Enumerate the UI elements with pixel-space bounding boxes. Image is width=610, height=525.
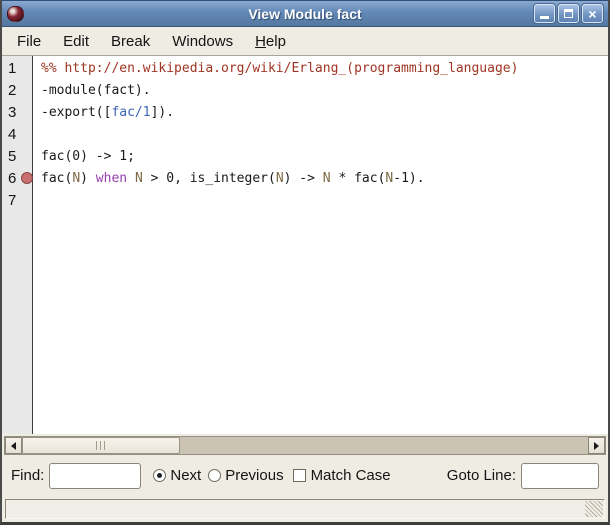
find-bar: Find: Next Previous Match Case Goto Line…	[2, 455, 608, 496]
minimize-icon	[540, 16, 549, 19]
code-line[interactable]: 7	[2, 190, 608, 212]
menu-item-edit[interactable]: Edit	[52, 30, 100, 53]
window-controls: ×	[534, 4, 603, 23]
status-bar	[5, 499, 605, 519]
app-icon[interactable]	[7, 6, 24, 22]
close-icon: ×	[588, 7, 596, 21]
arrow-left-icon	[7, 442, 16, 450]
menu-item-break[interactable]: Break	[100, 30, 161, 53]
code-line[interactable]: 4	[2, 124, 608, 146]
menu-item-help[interactable]: Help	[244, 30, 297, 53]
code-line[interactable]: 2 -module(fact).	[2, 80, 608, 102]
code-text: -export([fac/1]).	[41, 102, 174, 124]
view-module-window: View Module fact × File Edit Break Windo…	[0, 0, 610, 525]
previous-radio[interactable]	[208, 469, 221, 482]
window-title: View Module fact	[2, 6, 608, 22]
scroll-left-button[interactable]	[5, 437, 22, 454]
code-text: -module(fact).	[41, 80, 151, 102]
line-number[interactable]: 7	[8, 190, 16, 212]
menu-item-file[interactable]: File	[6, 30, 52, 53]
line-number[interactable]: 1	[8, 58, 16, 80]
direction-options: Next Previous Match Case	[153, 467, 397, 484]
code-text: fac(0) -> 1;	[41, 146, 135, 168]
menu-bar: File Edit Break Windows Help	[2, 27, 608, 56]
code-line[interactable]: 5 fac(0) -> 1;	[2, 146, 608, 168]
code-line[interactable]: 3 -export([fac/1]).	[2, 102, 608, 124]
menu-item-help-mnemonic: H	[255, 33, 266, 50]
match-case-label[interactable]: Match Case	[311, 467, 391, 484]
horizontal-scrollbar[interactable]	[4, 436, 606, 455]
arrow-right-icon	[594, 442, 603, 450]
line-number[interactable]: 5	[8, 146, 16, 168]
match-case-checkbox[interactable]	[293, 469, 306, 482]
goto-line-label: Goto Line:	[447, 467, 516, 484]
next-radio[interactable]	[153, 469, 166, 482]
find-label: Find:	[11, 467, 44, 484]
next-radio-label[interactable]: Next	[170, 467, 201, 484]
close-button[interactable]: ×	[582, 4, 603, 23]
scrollbar-thumb[interactable]	[22, 437, 180, 454]
previous-radio-label[interactable]: Previous	[225, 467, 283, 484]
find-input[interactable]	[49, 463, 141, 489]
scrollbar-grip-icon	[96, 441, 106, 450]
line-number[interactable]: 4	[8, 124, 16, 146]
minimize-button[interactable]	[534, 4, 555, 23]
code-line[interactable]: 1 %% http://en.wikipedia.org/wiki/Erlang_…	[2, 58, 608, 80]
line-number[interactable]: 2	[8, 80, 16, 102]
line-number[interactable]: 3	[8, 102, 16, 124]
goto-line-group: Goto Line:	[447, 463, 599, 489]
code-area[interactable]: 1 %% http://en.wikipedia.org/wiki/Erlang_…	[2, 56, 608, 212]
menu-item-help-rest: elp	[266, 33, 286, 50]
code-line[interactable]: 6 fac(N) when N > 0, is_integer(N) -> N *…	[2, 168, 608, 190]
title-bar[interactable]: View Module fact ×	[2, 0, 608, 27]
scroll-right-button[interactable]	[588, 437, 605, 454]
code-viewer[interactable]: 1 %% http://en.wikipedia.org/wiki/Erlang_…	[2, 56, 608, 434]
menu-item-windows[interactable]: Windows	[161, 30, 244, 53]
resize-grip-icon[interactable]	[585, 501, 603, 517]
code-text: %% http://en.wikipedia.org/wiki/Erlang_(…	[41, 58, 518, 80]
line-number[interactable]: 6	[8, 168, 16, 190]
maximize-button[interactable]	[558, 4, 579, 23]
code-text: fac(N) when N > 0, is_integer(N) -> N * …	[41, 168, 425, 190]
goto-line-input[interactable]	[521, 463, 599, 489]
maximize-icon	[564, 9, 573, 18]
breakpoint-marker[interactable]	[21, 172, 33, 184]
